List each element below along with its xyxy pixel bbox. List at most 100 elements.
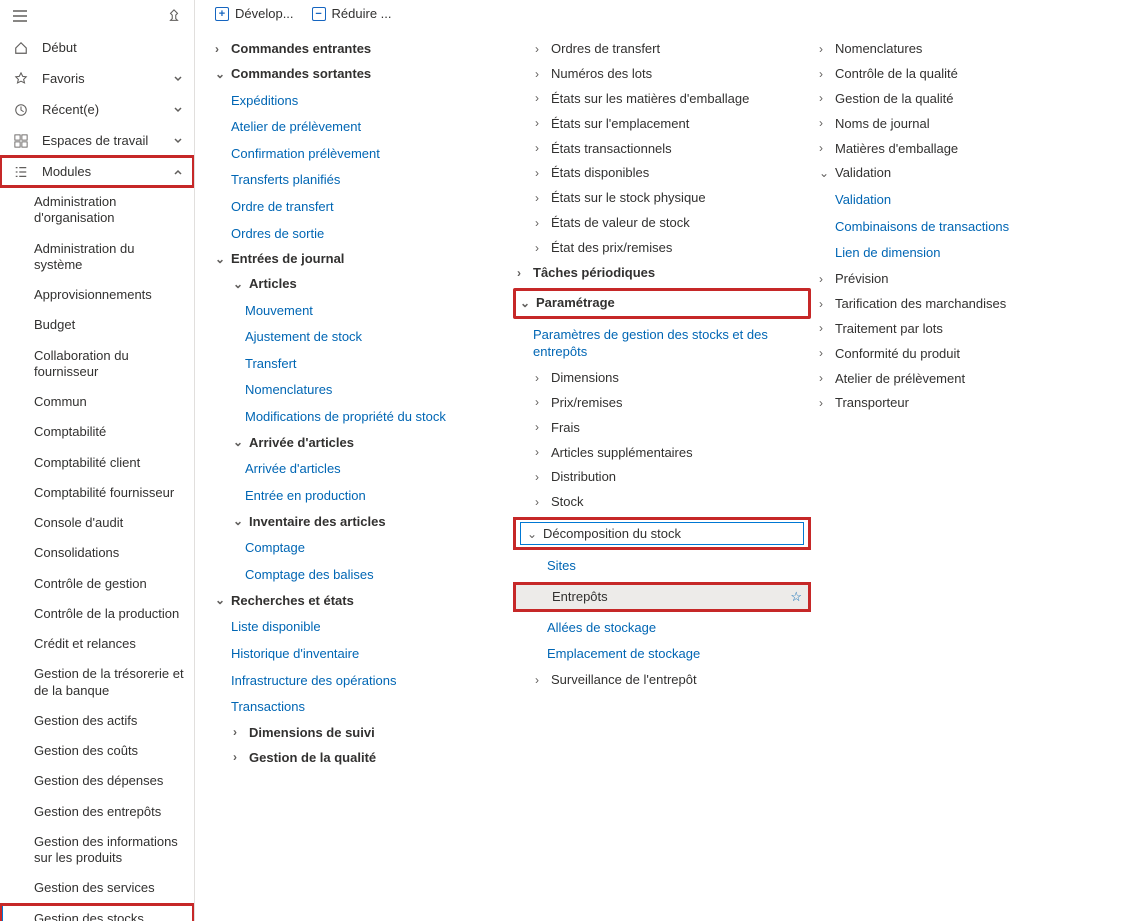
module-item[interactable]: Crédit et relances — [0, 629, 194, 659]
expand-all-button[interactable]: + Dévelop... — [215, 6, 294, 21]
link-mouvement[interactable]: Mouvement — [215, 300, 505, 322]
module-item[interactable]: Gestion des coûts — [0, 736, 194, 766]
link-entrepots[interactable]: Entrepôts ☆ — [513, 582, 811, 612]
node-validation[interactable]: ⌄Validation — [819, 163, 1109, 184]
link-ordres-sortie[interactable]: Ordres de sortie — [215, 223, 505, 245]
node-controle-qualite[interactable]: ›Contrôle de la qualité — [819, 64, 1109, 85]
link-ordre-transfert[interactable]: Ordre de transfert — [215, 196, 505, 218]
hamburger-icon[interactable] — [10, 6, 30, 26]
node-etat-prix-remises[interactable]: ›État des prix/remises — [517, 238, 807, 259]
node-articles-supplementaires[interactable]: ›Articles supplémentaires — [517, 443, 807, 464]
node-matieres-emballage[interactable]: ›Matières d'emballage — [819, 139, 1109, 160]
nav-favorites[interactable]: Favoris — [0, 63, 194, 94]
nav-home[interactable]: Début — [0, 32, 194, 63]
node-etats-valeur-stock[interactable]: ›États de valeur de stock — [517, 213, 807, 234]
node-distribution[interactable]: ›Distribution — [517, 467, 807, 488]
nav-recent[interactable]: Récent(e) — [0, 94, 194, 125]
collapse-all-button[interactable]: − Réduire ... — [312, 6, 392, 21]
link-transactions[interactable]: Transactions — [215, 696, 505, 718]
node-atelier-prelevement[interactable]: ›Atelier de prélèvement — [819, 369, 1109, 390]
node-parametrage[interactable]: ⌄Paramétrage — [520, 293, 804, 314]
module-item[interactable]: Budget — [0, 310, 194, 340]
link-validation[interactable]: Validation — [819, 189, 1109, 211]
module-item[interactable]: Gestion des services — [0, 873, 194, 903]
node-tarification[interactable]: ›Tarification des marchandises — [819, 294, 1109, 315]
module-item[interactable]: Comptabilité — [0, 417, 194, 447]
module-item[interactable]: Gestion des dépenses — [0, 766, 194, 796]
star-outline-icon[interactable]: ☆ — [790, 589, 802, 605]
module-item[interactable]: Console d'audit — [0, 508, 194, 538]
module-item[interactable]: Gestion des entrepôts — [0, 797, 194, 827]
module-item[interactable]: Commun — [0, 387, 194, 417]
module-item[interactable]: Comptabilité client — [0, 448, 194, 478]
link-historique-inventaire[interactable]: Historique d'inventaire — [215, 643, 505, 665]
module-item[interactable]: Collaboration du fournisseur — [0, 341, 194, 388]
node-gestion-qualite[interactable]: ›Gestion de la qualité — [215, 748, 505, 769]
node-entrees-journal[interactable]: ⌄Entrées de journal — [215, 249, 505, 270]
link-expeditions[interactable]: Expéditions — [215, 90, 505, 112]
nav-workspaces[interactable]: Espaces de travail — [0, 125, 194, 156]
link-lien-dimension[interactable]: Lien de dimension — [819, 242, 1109, 264]
link-modif-propriete[interactable]: Modifications de propriété du stock — [215, 406, 505, 428]
module-item[interactable]: Approvisionnements — [0, 280, 194, 310]
link-nomenclatures[interactable]: Nomenclatures — [215, 379, 505, 401]
link-emplacement-stockage[interactable]: Emplacement de stockage — [517, 643, 807, 665]
node-dimensions-suivi[interactable]: ›Dimensions de suivi — [215, 723, 505, 744]
link-arrivee-articles[interactable]: Arrivée d'articles — [215, 458, 505, 480]
module-item[interactable]: Contrôle de gestion — [0, 569, 194, 599]
link-sites[interactable]: Sites — [517, 555, 807, 577]
grid-icon — [14, 134, 32, 148]
node-dimensions[interactable]: ›Dimensions — [517, 368, 807, 389]
node-etats-transactionnels[interactable]: ›États transactionnels — [517, 139, 807, 160]
link-liste-disponible[interactable]: Liste disponible — [215, 616, 505, 638]
node-etats-disponibles[interactable]: ›États disponibles — [517, 163, 807, 184]
node-commandes-entrantes[interactable]: ›Commandes entrantes — [215, 39, 505, 60]
link-atelier-prelevement[interactable]: Atelier de prélèvement — [215, 116, 505, 138]
module-item[interactable]: Consolidations — [0, 538, 194, 568]
module-item[interactable]: Comptabilité fournisseur — [0, 478, 194, 508]
node-articles[interactable]: ⌄Articles — [215, 274, 505, 295]
node-inventaire-articles[interactable]: ⌄Inventaire des articles — [215, 512, 505, 533]
node-nomenclatures[interactable]: ›Nomenclatures — [819, 39, 1109, 60]
node-prix-remises[interactable]: ›Prix/remises — [517, 393, 807, 414]
nav-modules[interactable]: Modules — [0, 156, 194, 187]
link-transfert[interactable]: Transfert — [215, 353, 505, 375]
link-ajustement-stock[interactable]: Ajustement de stock — [215, 326, 505, 348]
node-frais[interactable]: ›Frais — [517, 418, 807, 439]
node-ordres-transfert[interactable]: ›Ordres de transfert — [517, 39, 807, 60]
module-item[interactable]: Gestion de la trésorerie et de la banque — [0, 659, 194, 706]
module-item[interactable]: Gestion des actifs — [0, 706, 194, 736]
link-comptage[interactable]: Comptage — [215, 537, 505, 559]
node-prevision[interactable]: ›Prévision — [819, 269, 1109, 290]
link-allees-stockage[interactable]: Allées de stockage — [517, 617, 807, 639]
node-stock[interactable]: ›Stock — [517, 492, 807, 513]
link-entree-production[interactable]: Entrée en production — [215, 485, 505, 507]
link-combinaisons-transactions[interactable]: Combinaisons de transactions — [819, 216, 1109, 238]
module-item[interactable]: Gestion des informations sur les produit… — [0, 827, 194, 874]
node-numeros-lots[interactable]: ›Numéros des lots — [517, 64, 807, 85]
node-taches-periodiques[interactable]: ›Tâches périodiques — [517, 263, 807, 284]
node-etats-emballage[interactable]: ›États sur les matières d'emballage — [517, 89, 807, 110]
node-decomposition-stock[interactable]: ⌄ Décomposition du stock — [520, 522, 804, 545]
node-arrivee-articles[interactable]: ⌄Arrivée d'articles — [215, 433, 505, 454]
module-item-active[interactable]: Gestion des stocks — [0, 904, 194, 921]
node-conformite-produit[interactable]: ›Conformité du produit — [819, 344, 1109, 365]
node-transporteur[interactable]: ›Transporteur — [819, 393, 1109, 414]
module-item[interactable]: Contrôle de la production — [0, 599, 194, 629]
link-comptage-balises[interactable]: Comptage des balises — [215, 564, 505, 586]
node-etats-emplacement[interactable]: ›États sur l'emplacement — [517, 114, 807, 135]
node-commandes-sortantes[interactable]: ⌄Commandes sortantes — [215, 64, 505, 85]
node-etats-stock-physique[interactable]: ›États sur le stock physique — [517, 188, 807, 209]
node-recherches-etats[interactable]: ⌄Recherches et états — [215, 591, 505, 612]
module-item[interactable]: Administration du système — [0, 234, 194, 281]
node-noms-journal[interactable]: ›Noms de journal — [819, 114, 1109, 135]
link-transferts-planifies[interactable]: Transferts planifiés — [215, 169, 505, 191]
node-gestion-qualite[interactable]: ›Gestion de la qualité — [819, 89, 1109, 110]
link-parametres-gestion-stocks[interactable]: Paramètres de gestion des stocks et des … — [517, 324, 807, 363]
pin-icon[interactable] — [164, 6, 184, 26]
module-item[interactable]: Administration d'organisation — [0, 187, 194, 234]
node-traitement-lots[interactable]: ›Traitement par lots — [819, 319, 1109, 340]
node-surveillance-entrepot[interactable]: ›Surveillance de l'entrepôt — [517, 670, 807, 691]
link-infrastructure-operations[interactable]: Infrastructure des opérations — [215, 670, 505, 692]
link-confirmation-prelevement[interactable]: Confirmation prélèvement — [215, 143, 505, 165]
